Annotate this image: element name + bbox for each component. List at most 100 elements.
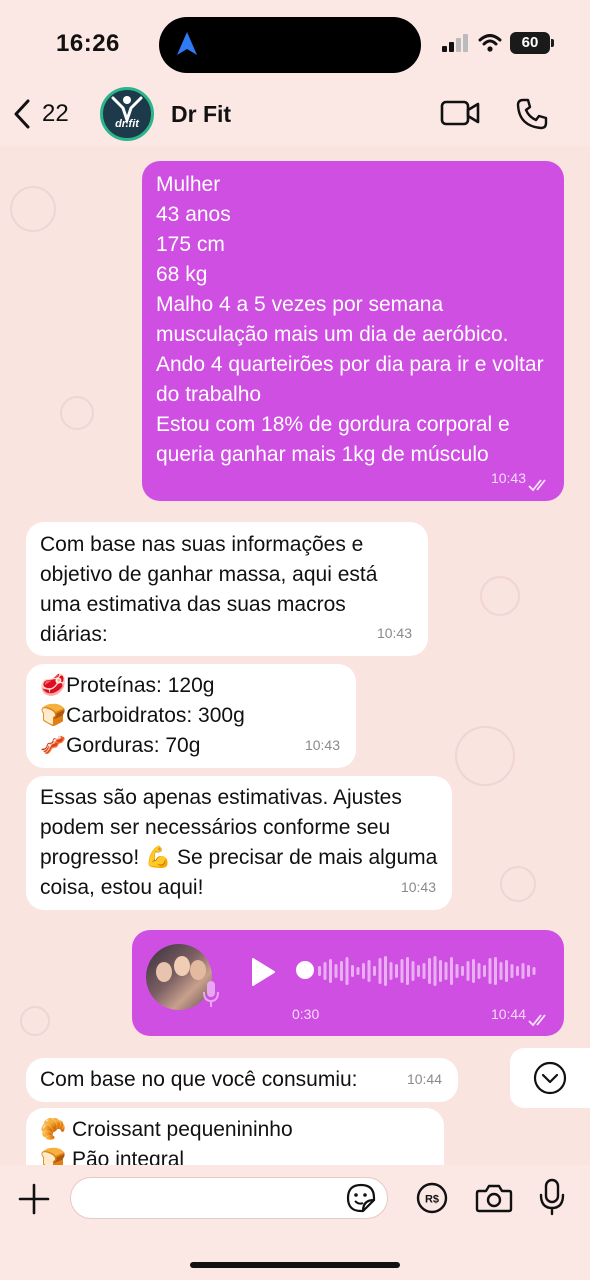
waveform-bar [318,966,321,976]
avatar-logo-text: dr.fit [115,118,139,130]
message-text: Mulher 43 anos 175 cm 68 kg Malho 4 a 5 … [156,173,544,466]
background-doodle [480,576,520,616]
croissant-icon: 🥐 [40,1118,67,1141]
waveform-bar [439,960,442,982]
macro-line: 🥓Gorduras: 70g [40,731,342,761]
incoming-message[interactable]: Essas são apenas estimativas. Ajustes po… [26,776,452,910]
background-doodle [60,396,94,430]
contact-avatar[interactable]: dr.fit [100,87,154,141]
waveform-bar [477,963,481,979]
scroll-down-icon [533,1061,567,1095]
message-text: Com base no que você consumiu: [40,1068,358,1091]
back-chevron-icon [14,99,30,129]
waveform-bar [483,965,486,977]
waveform-bar [395,964,398,978]
signal-icon [442,34,468,52]
voice-message[interactable]: 0:30 10:44 [132,930,564,1036]
incoming-message[interactable]: Com base nas suas informações e objetivo… [26,522,428,656]
composer-bar: R$ [0,1165,590,1280]
waveform-bar [505,960,508,982]
food-line: 🍞 Pão integral [40,1145,430,1165]
waveform-bar [367,960,371,982]
waveform-bar [450,957,453,985]
incoming-message[interactable]: 🥐 Croissant pequenininho 🍞 Pão integral [26,1108,444,1165]
back-button[interactable]: 22 [12,98,69,130]
play-icon[interactable] [250,957,276,987]
background-doodle [10,186,56,232]
message-time: 10:44 [490,1006,526,1022]
food-text: Croissant pequenininho [72,1118,293,1141]
read-ticks-icon [528,1014,546,1027]
message-time: 10:44 [406,1071,442,1087]
phone-icon[interactable] [515,97,549,131]
battery-indicator: 60 [510,32,554,54]
waveform-bar [472,959,475,983]
unread-count: 22 [42,100,69,127]
plus-icon[interactable] [18,1183,50,1215]
chat-area[interactable]: Mulher 43 anos 175 cm 68 kg Malho 4 a 5 … [0,146,590,1165]
voice-duration: 0:30 [292,1006,320,1022]
waveform [318,956,536,986]
waveform-bar [488,958,492,984]
svg-text:R$: R$ [425,1194,439,1206]
contact-name[interactable]: Dr Fit [171,101,231,128]
incoming-message[interactable]: 🥩Proteínas: 120g 🍞Carboidratos: 300g 🥓Go… [26,664,356,768]
waveform-bar [384,956,387,986]
message-time: 10:43 [490,470,526,486]
macro-line: 🥩Proteínas: 120g [40,671,342,701]
home-indicator [190,1262,400,1268]
status-time: 16:26 [56,30,120,57]
waveform-bar [345,957,349,985]
sticker-icon[interactable] [346,1183,376,1213]
chat-header: 22 dr.fit Dr Fit [0,87,590,146]
background-doodle [455,726,515,786]
message-text: Com base nas suas informações e objetivo… [40,533,378,646]
waveform-bar [323,962,327,980]
read-ticks-icon [528,479,546,492]
waveform-bar [411,961,415,981]
waveform-bar [433,956,437,986]
incoming-message[interactable]: Com base no que você consumiu: 10:44 [26,1058,458,1102]
waveform-bar [444,962,448,980]
waveform-bar [373,966,376,976]
message-input-box[interactable] [70,1177,388,1219]
message-input[interactable] [85,1178,355,1218]
waveform-bar [406,957,409,985]
waveform-bar [422,963,426,979]
background-doodle [500,866,536,902]
waveform-bar [362,963,365,979]
waveform-bar [428,958,431,984]
wifi-icon [478,34,502,52]
meat-icon: 🥩 [40,674,67,697]
waveform-bar [516,966,519,976]
waveform-bar [455,964,459,978]
video-call-icon[interactable] [440,99,480,127]
message-time: 10:43 [376,625,412,641]
status-icons: 60 [442,32,554,54]
waveform-bar [499,962,503,980]
scroll-down-button[interactable] [510,1048,590,1108]
status-bar: 16:26 60 [0,0,590,88]
playback-scrubber[interactable] [296,961,314,979]
message-text: Essas são apenas estimativas. Ajustes po… [40,786,438,899]
message-time: 10:43 [400,879,436,895]
dynamic-island [159,17,421,73]
location-arrow-icon [177,32,197,55]
background-doodle [20,1006,50,1036]
waveform-bar [378,958,382,984]
waveform-bar [334,964,338,978]
macro-text: Carboidratos: 300g [66,704,245,727]
waveform-bar [400,959,404,983]
food-text: Pão integral [72,1148,185,1165]
waveform-bar [340,961,343,981]
camera-icon[interactable] [475,1182,513,1214]
payment-icon[interactable]: R$ [416,1182,448,1214]
waveform-bar [356,967,360,975]
macro-text: Proteínas: 120g [66,674,215,697]
waveform-bar [494,957,497,985]
waveform-bar [351,965,354,977]
waveform-bar [527,965,530,977]
microphone-icon[interactable] [539,1178,565,1216]
outgoing-message[interactable]: Mulher 43 anos 175 cm 68 kg Malho 4 a 5 … [142,161,564,501]
waveform-bar [329,959,332,983]
